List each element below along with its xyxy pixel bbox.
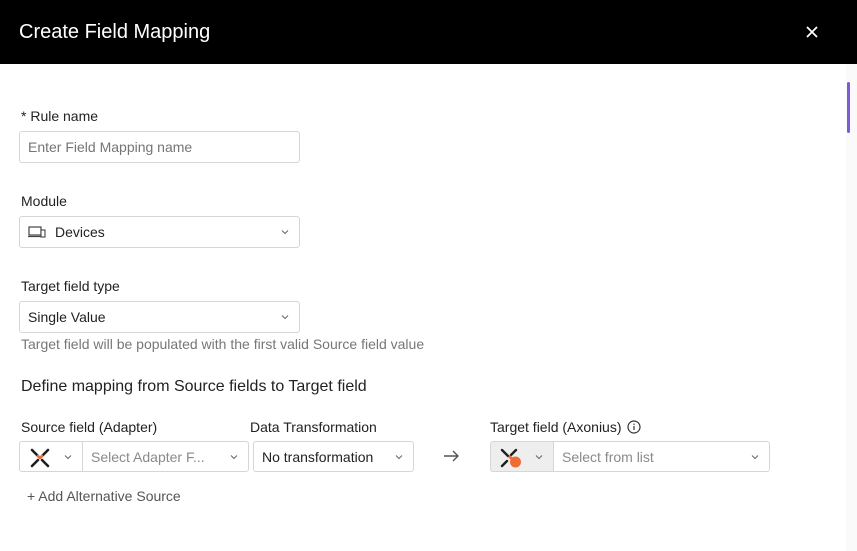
chevron-down-icon bbox=[281, 315, 289, 320]
data-transformation-select[interactable]: No transformation bbox=[253, 441, 414, 472]
module-select[interactable]: Devices bbox=[19, 216, 300, 248]
target-field-type-value: Single Value bbox=[28, 309, 106, 325]
module-label: Module bbox=[21, 193, 67, 209]
target-field-type-label: Target field type bbox=[21, 278, 120, 294]
close-icon[interactable] bbox=[800, 20, 824, 44]
target-field-type-select[interactable]: Single Value bbox=[19, 301, 300, 333]
device-icon bbox=[28, 226, 46, 238]
mapping-section-title: Define mapping from Source fields to Tar… bbox=[21, 378, 367, 395]
chevron-down-icon bbox=[535, 454, 543, 459]
rule-name-label: * Rule name bbox=[21, 108, 99, 124]
data-transformation-label: Data Transformation bbox=[250, 419, 377, 435]
chevron-down-icon bbox=[281, 230, 289, 235]
target-adapter-select[interactable] bbox=[490, 441, 554, 472]
target-field-label: Target field (Axonius) bbox=[490, 419, 622, 435]
source-field-label: Source field (Adapter) bbox=[21, 419, 158, 435]
scrollbar-track[interactable] bbox=[846, 64, 857, 551]
target-field-placeholder: Select from list bbox=[562, 448, 654, 465]
chevron-down-icon bbox=[230, 454, 238, 459]
info-icon[interactable] bbox=[627, 420, 641, 434]
axonius-logo-icon bbox=[500, 447, 524, 472]
rule-name-input[interactable] bbox=[19, 131, 300, 163]
arrow-right-icon bbox=[443, 449, 460, 468]
add-alternative-source-button[interactable]: + Add Alternative Source bbox=[27, 488, 181, 504]
adapter-icon bbox=[29, 447, 51, 472]
dialog-title: Create Field Mapping bbox=[19, 20, 211, 43]
scrollbar-thumb[interactable] bbox=[847, 82, 850, 133]
chevron-down-icon bbox=[751, 454, 759, 459]
source-adapter-select[interactable] bbox=[19, 441, 83, 472]
source-field-placeholder: Select Adapter F... bbox=[91, 448, 205, 465]
dialog-header: Create Field Mapping bbox=[0, 0, 857, 64]
target-field-type-hint: Target field will be populated with the … bbox=[21, 336, 425, 352]
data-transformation-value: No transformation bbox=[262, 448, 374, 465]
module-value: Devices bbox=[55, 224, 105, 240]
target-field-select[interactable]: Select from list bbox=[553, 441, 770, 472]
chevron-down-icon bbox=[64, 454, 72, 459]
source-field-select[interactable]: Select Adapter F... bbox=[82, 441, 249, 472]
chevron-down-icon bbox=[395, 454, 403, 459]
